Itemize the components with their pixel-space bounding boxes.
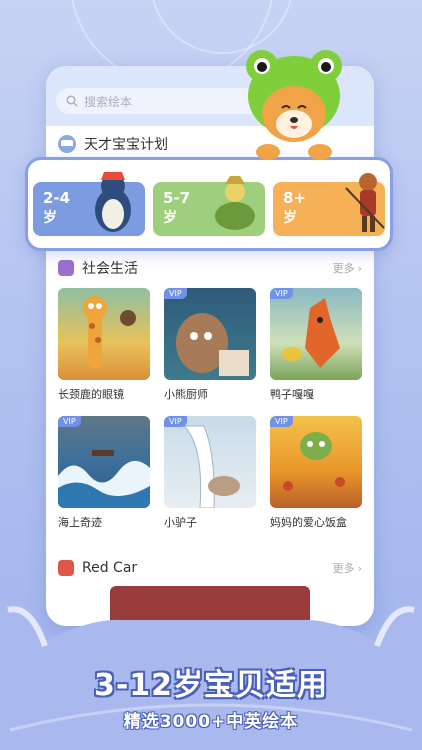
book-cover xyxy=(58,288,150,380)
donkey-illustration xyxy=(182,425,240,508)
frog-mascot-icon xyxy=(246,50,342,160)
book-card[interactable]: 长颈鹿的眼镜 xyxy=(58,288,150,402)
vip-badge: VIP xyxy=(270,416,293,427)
vip-badge: VIP xyxy=(58,416,81,427)
vip-badge: VIP xyxy=(164,288,187,299)
book-cover: VIP xyxy=(270,416,362,508)
book-cover: VIP xyxy=(164,416,256,508)
book-card[interactable]: VIP 鸭子嘎嘎 xyxy=(270,288,362,402)
book-cover: VIP xyxy=(270,288,362,380)
section-header-social: 社会生活 更多 › xyxy=(58,258,362,278)
book-cover: VIP xyxy=(164,288,256,380)
plan-header: 天才宝宝计划 xyxy=(58,134,168,154)
penguin-illustration xyxy=(95,172,131,232)
book-title: 小熊厨师 xyxy=(164,388,208,401)
book-icon xyxy=(58,260,74,276)
book-title: 鸭子嘎嘎 xyxy=(270,388,314,401)
lunchbox-illustration xyxy=(283,432,345,491)
banner-headline: 3-12岁宝贝适用 xyxy=(93,668,329,703)
monkey-king-illustration xyxy=(345,173,385,232)
search-placeholder: 搜索绘本 xyxy=(84,94,133,109)
chevron-right-icon: › xyxy=(357,261,362,275)
book-title: 海上奇迹 xyxy=(58,516,102,529)
fox-illustration xyxy=(282,298,340,368)
age-selector: 2-4 岁 5-7 岁 8+ 岁 xyxy=(25,157,393,251)
more-link[interactable]: 更多 xyxy=(333,260,355,276)
book-cover: VIP xyxy=(58,416,150,508)
section-title: 社会生活 xyxy=(82,261,138,277)
bear-chef-illustration xyxy=(176,313,249,376)
vip-badge: VIP xyxy=(270,288,293,299)
giraffe-illustration xyxy=(83,296,136,368)
plan-title: 天才宝宝计划 xyxy=(84,137,168,153)
book-title: 长颈鹿的眼镜 xyxy=(58,388,124,401)
book-card[interactable]: VIP 海上奇迹 xyxy=(58,416,150,530)
search-icon xyxy=(66,95,78,107)
turtle-illustration xyxy=(215,176,255,230)
book-card[interactable]: VIP 妈妈的爱心饭盒 xyxy=(270,416,362,530)
book-card[interactable]: VIP 小驴子 xyxy=(164,416,256,530)
banner-subtitle: 精选3000+中英绘本 xyxy=(123,712,299,732)
ocean-wave-illustration xyxy=(58,450,150,508)
graduation-cap-icon xyxy=(58,135,76,153)
vip-badge: VIP xyxy=(164,416,187,427)
book-card[interactable]: VIP 小熊厨师 xyxy=(164,288,256,402)
book-title: 妈妈的爱心饭盒 xyxy=(270,516,347,529)
book-title: 小驴子 xyxy=(164,516,197,529)
